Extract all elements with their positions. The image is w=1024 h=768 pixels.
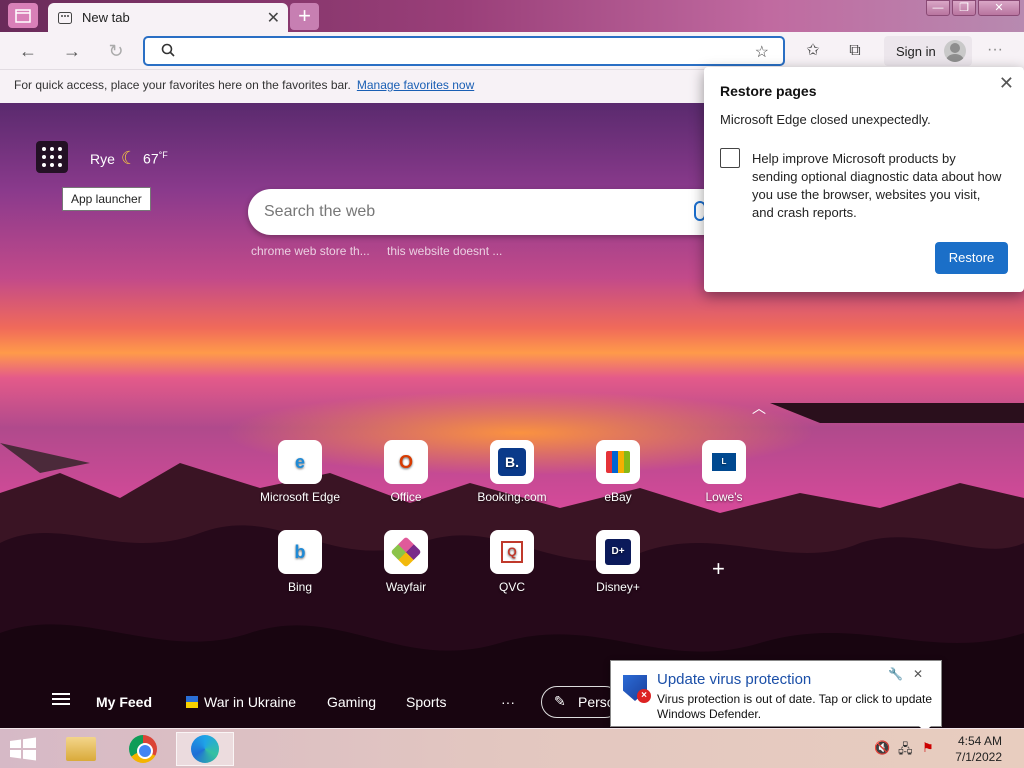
weather-temp: 67°F xyxy=(143,150,168,167)
quick-link-wayfair[interactable]: Wayfair xyxy=(363,530,449,594)
tab-title: New tab xyxy=(82,10,130,25)
web-search-placeholder: Search the web xyxy=(264,203,376,220)
quick-link-disney-plus[interactable]: D+ Disney+ xyxy=(575,530,661,594)
app-launcher-tooltip: App launcher xyxy=(62,187,151,211)
back-button[interactable]: ← xyxy=(14,40,42,64)
sign-in-label: Sign in xyxy=(896,43,936,59)
app-launcher-icon xyxy=(42,147,46,151)
hamburger-menu-icon[interactable] xyxy=(52,692,70,709)
quick-link-booking[interactable]: B. Booking.com xyxy=(469,440,555,504)
diagnostic-data-label: Help improve Microsoft products by sendi… xyxy=(752,151,1002,220)
virus-protection-notification[interactable]: × Update virus protection Virus protecti… xyxy=(610,660,942,732)
feed-more-button[interactable]: ··· xyxy=(501,694,515,710)
wayfair-icon xyxy=(384,530,428,574)
network-icon[interactable]: 🖧 xyxy=(898,740,913,762)
close-window-button[interactable]: ✕ xyxy=(978,0,1020,16)
quick-link-microsoft-edge[interactable]: e Microsoft Edge xyxy=(257,440,343,504)
quick-link-ebay[interactable]: eBay xyxy=(575,440,661,504)
app-launcher-button[interactable] xyxy=(36,141,68,173)
system-clock[interactable]: 4:54 AM 7/1/2022 xyxy=(955,733,1002,765)
lowes-icon: L xyxy=(702,440,746,484)
quick-link-bing[interactable]: b Bing xyxy=(257,530,343,594)
notification-options-icon[interactable]: 🔧✕ xyxy=(888,667,933,681)
personalize-button[interactable]: ✎ Perso xyxy=(541,686,621,718)
windows-start-icon[interactable] xyxy=(8,737,38,761)
quick-link-lowes[interactable]: L Lowe's xyxy=(681,440,767,504)
forward-button[interactable]: → xyxy=(58,40,86,64)
edge-icon xyxy=(191,735,219,763)
add-site-button[interactable]: + xyxy=(712,556,725,582)
search-icon xyxy=(161,43,175,61)
volume-muted-icon[interactable]: 🔇 xyxy=(874,740,890,756)
web-search-box[interactable]: Search the web xyxy=(248,189,718,235)
office-icon: O xyxy=(384,440,428,484)
tab-actions-icon xyxy=(15,8,31,23)
minimize-button[interactable]: — xyxy=(926,0,950,16)
feed-tab-gaming[interactable]: Gaming xyxy=(327,694,376,710)
settings-more-button[interactable]: ··· xyxy=(982,40,1008,64)
notification-title: Update virus protection xyxy=(657,671,812,688)
new-tab-page-icon xyxy=(58,11,72,24)
refresh-button[interactable]: ↻ xyxy=(102,40,130,64)
tab-new-tab[interactable]: New tab ✕ xyxy=(48,3,288,32)
edge-taskbar-button[interactable] xyxy=(176,732,234,766)
quick-link-qvc[interactable]: Q QVC xyxy=(469,530,555,594)
restore-pages-dialog: Restore pages ✕ Microsoft Edge closed un… xyxy=(704,67,1024,292)
restore-button[interactable]: Restore xyxy=(935,242,1008,274)
arrow-right-icon: → xyxy=(63,41,81,61)
taskbar: 🔇 🖧 ⚑ 4:54 AM 7/1/2022 xyxy=(0,728,1024,768)
refresh-icon: ↻ xyxy=(108,41,124,61)
quick-link-office[interactable]: O Office xyxy=(363,440,449,504)
dialog-message: Microsoft Edge closed unexpectedly. xyxy=(720,112,931,127)
diagnostic-data-checkbox[interactable] xyxy=(720,148,740,168)
feed-tab-war-in-ukraine[interactable]: War in Ukraine xyxy=(186,694,296,710)
chevron-up-icon[interactable]: ︿ xyxy=(752,398,766,418)
collections-icon: ⧉ xyxy=(849,42,861,59)
ukraine-flag-icon xyxy=(186,696,198,708)
disney-plus-icon: D+ xyxy=(596,530,640,574)
moon-icon: ☾ xyxy=(120,148,138,168)
chrome-taskbar-button[interactable] xyxy=(114,732,172,766)
bing-icon: b xyxy=(278,530,322,574)
microsoft-edge-icon: e xyxy=(278,440,322,484)
feed-navigation: My Feed War in Ukraine Gaming Sports ···… xyxy=(0,686,621,722)
feed-tab-sports[interactable]: Sports xyxy=(406,694,446,710)
close-icon[interactable]: ✕ xyxy=(999,73,1014,94)
add-favorite-icon[interactable]: ☆ xyxy=(755,42,769,62)
tab-strip: New tab ✕ + — ❐ ✕ xyxy=(0,0,1024,32)
browser-toolbar: ← → ↻ ☆ ✩ ⧉ Sign in ··· xyxy=(0,32,1024,70)
file-explorer-taskbar-button[interactable] xyxy=(52,732,110,766)
favorites-icon: ✩ xyxy=(806,42,820,59)
weather-location: Rye xyxy=(90,150,115,167)
folder-icon xyxy=(66,737,96,761)
weather-widget[interactable]: Rye ☾ 67°F xyxy=(90,148,168,169)
action-center-alert-icon[interactable]: ⚑ xyxy=(922,740,934,756)
dialog-title: Restore pages xyxy=(720,83,817,99)
sign-in-button[interactable]: Sign in xyxy=(884,36,972,66)
address-bar[interactable]: ☆ xyxy=(143,36,785,66)
feed-tab-my-feed[interactable]: My Feed xyxy=(96,694,152,710)
chrome-icon xyxy=(129,735,157,763)
qvc-icon: Q xyxy=(490,530,534,574)
clock-date: 7/1/2022 xyxy=(955,750,1002,764)
tab-actions-button[interactable] xyxy=(8,3,38,28)
pencil-icon: ✎ xyxy=(554,693,566,709)
favorites-bar-message: For quick access, place your favorites h… xyxy=(14,78,351,92)
tab-close-icon[interactable]: ✕ xyxy=(267,8,280,28)
notification-message: Virus protection is out of date. Tap or … xyxy=(657,692,933,721)
search-suggestion[interactable]: this website doesnt ... xyxy=(387,244,502,258)
error-icon: × xyxy=(637,689,651,703)
ebay-icon xyxy=(596,440,640,484)
search-suggestion[interactable]: chrome web store th... xyxy=(251,244,370,258)
clock-time: 4:54 AM xyxy=(957,734,1002,748)
new-tab-button[interactable]: + xyxy=(290,3,319,30)
collections-button[interactable]: ⧉ xyxy=(842,40,868,64)
manage-favorites-link[interactable]: Manage favorites now xyxy=(357,78,474,92)
maximize-button[interactable]: ❐ xyxy=(952,0,976,16)
avatar xyxy=(944,40,966,62)
arrow-left-icon: ← xyxy=(19,41,37,61)
favorites-button[interactable]: ✩ xyxy=(800,40,826,64)
booking-icon: B. xyxy=(490,440,534,484)
window-controls: — ❐ ✕ xyxy=(926,0,1020,16)
